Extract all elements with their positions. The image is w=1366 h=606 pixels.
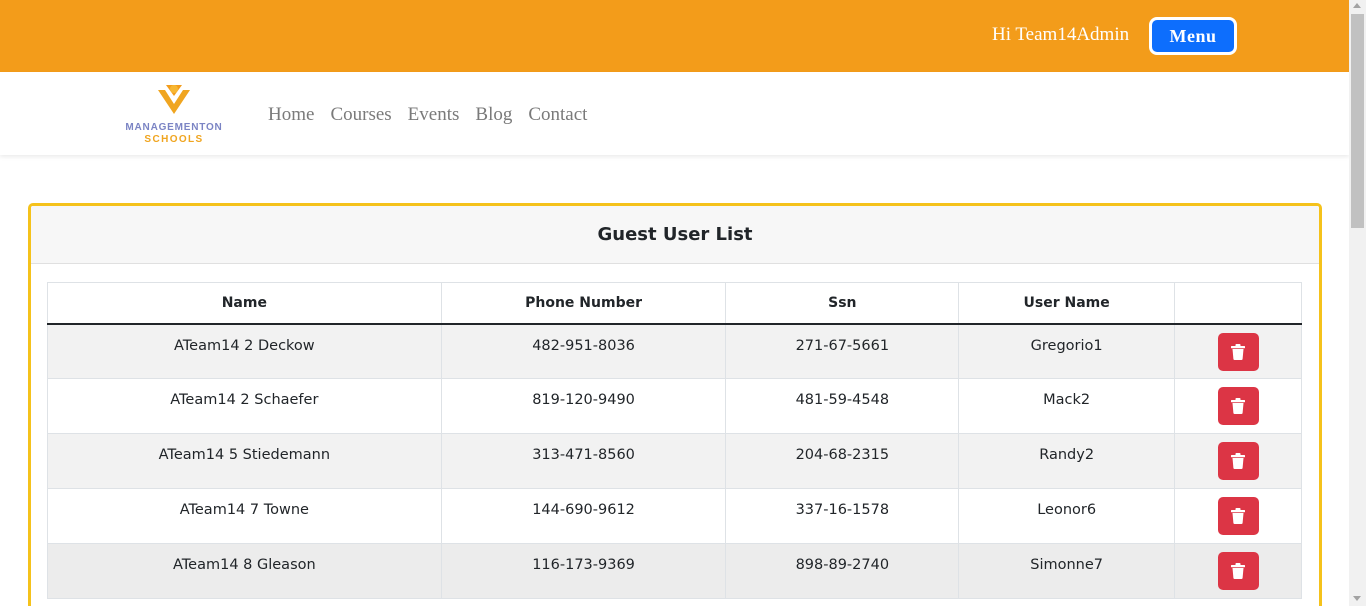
cell-phone: 313-471-8560 — [440, 433, 727, 489]
brand-logo[interactable]: MANAGEMENTON SCHOOLS — [120, 80, 230, 146]
delete-button[interactable] — [1217, 332, 1259, 371]
cell-name: ATeam14 5 Stiedemann — [47, 433, 442, 489]
table-row: ATeam14 8 Gleason 116-173-9369 898-89-27… — [47, 543, 1302, 599]
cell-username: Randy2 — [958, 433, 1176, 489]
cell-phone: 482-951-8036 — [440, 323, 727, 379]
cell-name: ATeam14 2 Schaefer — [47, 378, 442, 434]
cell-actions — [1174, 488, 1302, 544]
cell-username: Mack2 — [958, 378, 1176, 434]
cell-actions — [1174, 378, 1302, 434]
table-row: ATeam14 7 Towne 144-690-9612 337-16-1578… — [47, 488, 1302, 544]
cell-ssn: 271-67-5661 — [725, 323, 960, 379]
scrollbar-thumb[interactable] — [1351, 14, 1364, 228]
nav-link-blog[interactable]: Blog — [475, 104, 512, 126]
cell-name: ATeam14 2 Deckow — [47, 323, 442, 379]
delete-button[interactable] — [1217, 387, 1259, 425]
cell-actions — [1174, 433, 1302, 489]
nav-links: Home Courses Events Blog Contact — [268, 104, 603, 126]
trash-icon — [1231, 453, 1246, 469]
table-row: ATeam14 5 Stiedemann 313-471-8560 204-68… — [47, 433, 1302, 489]
cell-actions — [1174, 543, 1302, 599]
nav-link-contact[interactable]: Contact — [528, 104, 587, 126]
trash-icon — [1231, 398, 1246, 414]
guest-user-card: Guest User List Name Phone Number Ssn Us… — [28, 203, 1322, 606]
cell-username: Leonor6 — [958, 488, 1176, 544]
cell-ssn: 898-89-2740 — [725, 543, 960, 599]
table-header-row: Name Phone Number Ssn User Name — [47, 282, 1302, 325]
greeting-text: Hi Team14Admin — [992, 24, 1130, 45]
trash-icon — [1231, 563, 1246, 579]
delete-button[interactable] — [1217, 442, 1259, 480]
cell-name: ATeam14 7 Towne — [47, 488, 442, 544]
menu-button[interactable]: Menu — [1149, 17, 1237, 55]
cell-name: ATeam14 8 Gleason — [47, 543, 442, 599]
main-navbar: MANAGEMENTON SCHOOLS Home Courses Events… — [0, 72, 1349, 155]
nav-link-courses[interactable]: Courses — [330, 104, 391, 126]
top-bar: Hi Team14Admin Menu — [0, 0, 1349, 72]
cell-username: Gregorio1 — [958, 323, 1176, 379]
cell-ssn: 204-68-2315 — [725, 433, 960, 489]
cell-phone: 116-173-9369 — [440, 543, 727, 599]
trash-icon — [1231, 343, 1246, 360]
trash-icon — [1231, 508, 1246, 524]
cell-phone: 144-690-9612 — [440, 488, 727, 544]
cell-ssn: 481-59-4548 — [725, 378, 960, 434]
table-row: ATeam14 2 Schaefer 819-120-9490 481-59-4… — [47, 378, 1302, 434]
delete-button[interactable] — [1217, 497, 1259, 535]
guest-user-table: Name Phone Number Ssn User Name ATeam14 … — [47, 282, 1302, 599]
table-row: ATeam14 2 Deckow 482-951-8036 271-67-566… — [47, 323, 1302, 379]
card-title: Guest User List — [31, 206, 1319, 264]
column-header-username: User Name — [958, 282, 1176, 325]
scroll-down-arrow-icon[interactable] — [1353, 596, 1361, 601]
brand-subname: SCHOOLS — [144, 134, 204, 145]
cell-phone: 819-120-9490 — [440, 378, 727, 434]
column-header-actions — [1174, 282, 1302, 325]
nav-link-home[interactable]: Home — [268, 104, 314, 126]
column-header-ssn: Ssn — [725, 282, 960, 325]
page-scrollbar[interactable] — [1349, 0, 1366, 606]
brand-name: MANAGEMENTON — [125, 122, 223, 133]
delete-button[interactable] — [1217, 552, 1259, 590]
column-header-name: Name — [47, 282, 442, 325]
cell-ssn: 337-16-1578 — [725, 488, 960, 544]
cell-actions — [1174, 323, 1302, 379]
column-header-phone: Phone Number — [440, 282, 727, 325]
cell-username: Simonne7 — [958, 543, 1176, 599]
logo-emblem-icon — [158, 85, 190, 114]
scroll-up-arrow-icon[interactable] — [1353, 3, 1361, 8]
nav-link-events[interactable]: Events — [408, 104, 460, 126]
